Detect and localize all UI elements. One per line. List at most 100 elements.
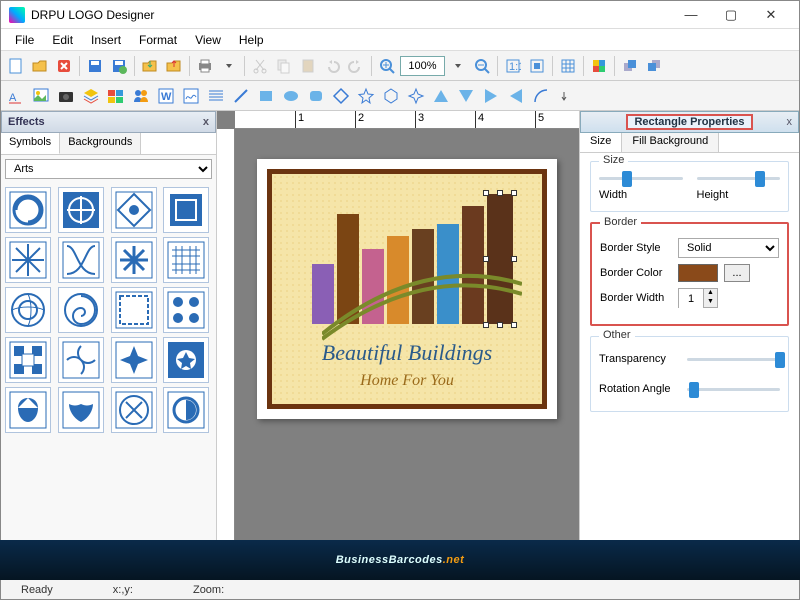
zoom-input[interactable]: 100% [400, 56, 445, 76]
triangle-left-tool[interactable] [505, 85, 527, 107]
color-button[interactable] [588, 55, 610, 77]
close-button[interactable]: ✕ [751, 1, 791, 29]
zoom-dropdown[interactable] [447, 55, 469, 77]
height-slider[interactable] [697, 170, 781, 186]
paste-button[interactable] [297, 55, 319, 77]
symbol-item[interactable] [111, 187, 157, 233]
fit-button[interactable] [526, 55, 548, 77]
symbol-item[interactable] [58, 237, 104, 283]
signature-tool[interactable] [180, 85, 202, 107]
spin-up[interactable]: ▲ [704, 289, 717, 298]
symbol-item[interactable] [58, 187, 104, 233]
border-width-input[interactable] [679, 289, 703, 309]
import-button[interactable] [139, 55, 161, 77]
rect-filled-tool[interactable] [255, 85, 277, 107]
save-as-button[interactable] [108, 55, 130, 77]
effects-panel-close[interactable]: x [203, 116, 209, 128]
logo-subtitle[interactable]: Home For You [272, 372, 542, 390]
border-style-select[interactable]: Solid [678, 238, 779, 258]
menu-format[interactable]: Format [131, 31, 185, 49]
export-button[interactable] [163, 55, 185, 77]
symbol-item[interactable] [111, 237, 157, 283]
layers-tool[interactable] [80, 85, 102, 107]
diamond-tool[interactable] [330, 85, 352, 107]
polygon-tool[interactable] [380, 85, 402, 107]
actual-size-button[interactable]: 1:1 [502, 55, 524, 77]
print-button[interactable] [194, 55, 216, 77]
menu-file[interactable]: File [7, 31, 42, 49]
canvas-page[interactable]: Beautiful Buildings Home For You [257, 159, 557, 419]
symbol-item[interactable] [111, 337, 157, 383]
triangle-up-tool[interactable] [430, 85, 452, 107]
menu-edit[interactable]: Edit [44, 31, 81, 49]
symbol-item[interactable] [163, 237, 209, 283]
undo-button[interactable] [321, 55, 343, 77]
new-button[interactable] [5, 55, 27, 77]
people-tool[interactable] [130, 85, 152, 107]
symbol-item[interactable] [5, 337, 51, 383]
symbol-item[interactable] [5, 187, 51, 233]
save-button[interactable] [84, 55, 106, 77]
menu-insert[interactable]: Insert [83, 31, 129, 49]
grid-button[interactable] [557, 55, 579, 77]
tab-symbols[interactable]: Symbols [1, 133, 60, 154]
word-tool[interactable]: W [155, 85, 177, 107]
star-tool[interactable] [355, 85, 377, 107]
symbol-item[interactable] [163, 387, 209, 433]
print-dropdown[interactable] [218, 55, 240, 77]
tab-backgrounds[interactable]: Backgrounds [60, 133, 141, 154]
bring-front-button[interactable] [619, 55, 641, 77]
spin-down[interactable]: ▼ [704, 298, 717, 307]
open-button[interactable] [29, 55, 51, 77]
redo-button[interactable] [345, 55, 367, 77]
camera-tool[interactable] [55, 85, 77, 107]
logo-title[interactable]: Beautiful Buildings [272, 340, 542, 366]
symbol-item[interactable] [111, 387, 157, 433]
zoom-out-button[interactable] [471, 55, 493, 77]
ellipse-tool[interactable] [280, 85, 302, 107]
line-tool[interactable] [230, 85, 252, 107]
roundrect-tool[interactable] [305, 85, 327, 107]
symbol-item[interactable] [58, 387, 104, 433]
menu-view[interactable]: View [187, 31, 229, 49]
image-tool[interactable] [30, 85, 52, 107]
symbol-item[interactable] [58, 337, 104, 383]
symbol-item[interactable] [163, 337, 209, 383]
symbols-category-select[interactable]: Arts [5, 159, 212, 179]
tab-size[interactable]: Size [580, 133, 622, 152]
symbol-item[interactable] [5, 287, 51, 333]
zoom-in-button[interactable] [376, 55, 398, 77]
border-width-spinner[interactable]: ▲▼ [678, 288, 718, 308]
properties-close[interactable]: x [787, 116, 793, 128]
triangle-right-tool[interactable] [480, 85, 502, 107]
canvas-viewport[interactable]: Beautiful Buildings Home For You [235, 129, 579, 579]
menu-help[interactable]: Help [231, 31, 272, 49]
logo-card[interactable]: Beautiful Buildings Home For You [267, 169, 547, 409]
rotation-slider[interactable] [687, 381, 780, 397]
cut-button[interactable] [249, 55, 271, 77]
symbol-item[interactable] [5, 387, 51, 433]
send-back-button[interactable] [643, 55, 665, 77]
border-color-picker-button[interactable]: ... [724, 264, 750, 282]
maximize-button[interactable]: ▢ [711, 1, 751, 29]
delete-button[interactable] [53, 55, 75, 77]
copy-button[interactable] [273, 55, 295, 77]
tab-fill-background[interactable]: Fill Background [622, 133, 719, 152]
border-color-swatch[interactable] [678, 264, 718, 282]
symbol-item[interactable] [163, 187, 209, 233]
triangle-down-tool[interactable] [455, 85, 477, 107]
star4-tool[interactable] [405, 85, 427, 107]
symbol-item[interactable] [111, 287, 157, 333]
gallery-tool[interactable] [105, 85, 127, 107]
symbol-item[interactable] [58, 287, 104, 333]
border-group: Border Border Style Solid Border Color .… [590, 222, 789, 326]
more-shapes[interactable] [555, 85, 577, 107]
minimize-button[interactable]: — [671, 1, 711, 29]
arc-tool[interactable] [530, 85, 552, 107]
width-slider[interactable] [599, 170, 683, 186]
symbol-item[interactable] [5, 237, 51, 283]
transparency-slider[interactable] [687, 351, 780, 367]
symbol-item[interactable] [163, 287, 209, 333]
lines-tool[interactable] [205, 85, 227, 107]
text-tool[interactable]: A [5, 85, 27, 107]
